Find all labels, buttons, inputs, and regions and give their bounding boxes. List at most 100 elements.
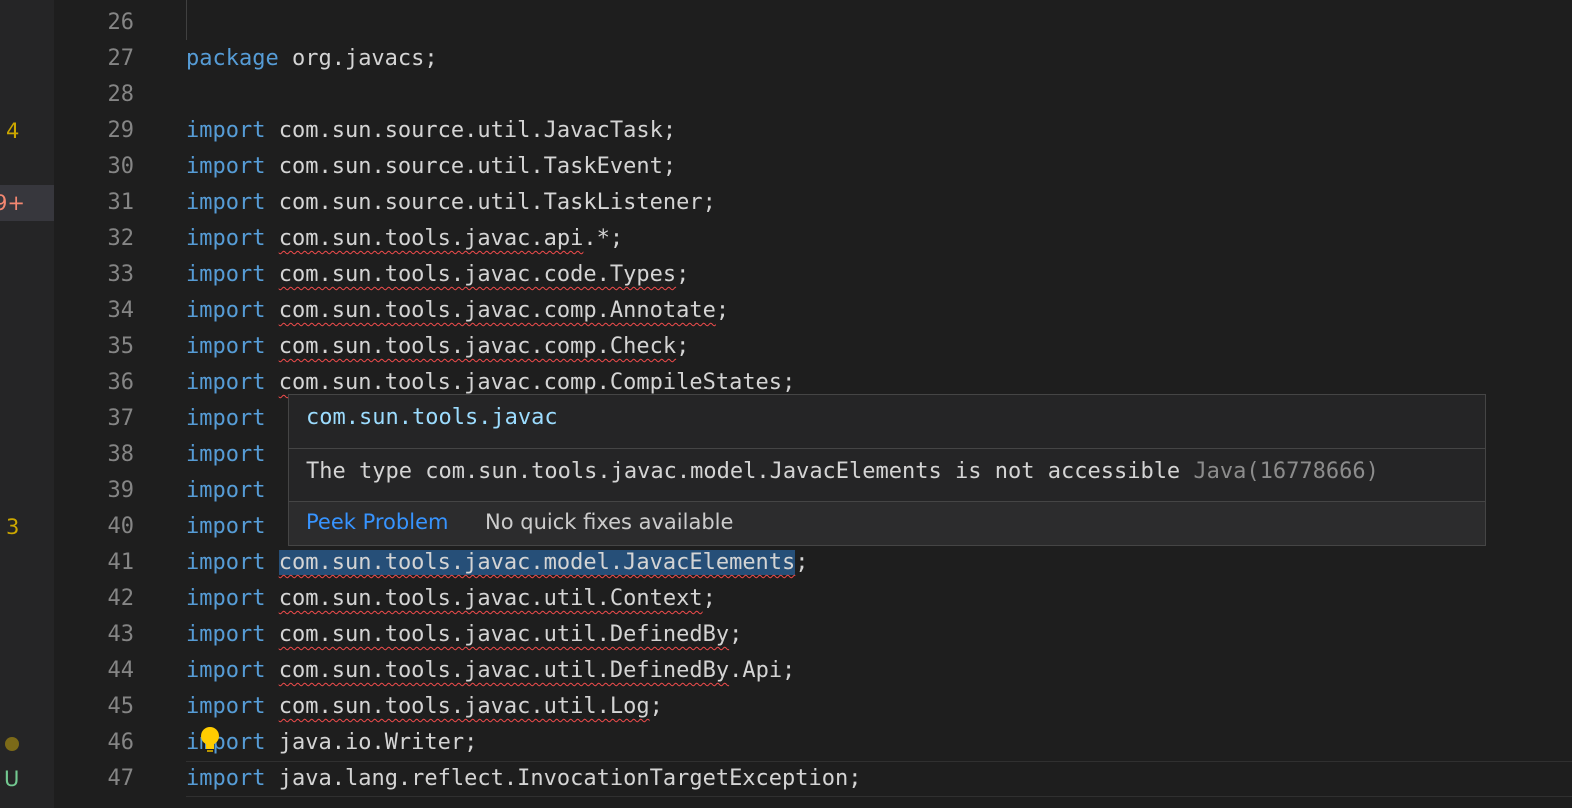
peek-problem-link[interactable]: Peek Problem (306, 510, 448, 534)
code-text: java.io.Writer; (265, 730, 478, 755)
line-number[interactable]: 29 (54, 113, 135, 149)
line-number[interactable]: 33 (54, 257, 135, 293)
line-number[interactable]: 37 (54, 401, 135, 437)
hover-title: com.sun.tools.javac (306, 405, 558, 430)
code-text: com.sun.source.util.TaskEvent; (265, 154, 677, 179)
hover-divider (289, 448, 1485, 449)
keyword: import (186, 262, 266, 287)
error-squiggle[interactable]: com.sun.tools.javac.code.Types (279, 262, 676, 287)
code-line[interactable]: import com.sun.source.util.TaskEvent; (186, 149, 676, 185)
error-squiggle[interactable]: com.sun.tools.javac.util.DefinedBy (279, 658, 729, 683)
code-text: ; (715, 298, 730, 323)
line-number[interactable]: 41 (54, 545, 135, 581)
code-text: ; (676, 262, 690, 287)
line-number[interactable]: 27 (54, 41, 135, 77)
keyword: import (186, 694, 266, 719)
line-number[interactable]: 42 (54, 581, 135, 617)
hover-status-bar: Peek Problem No quick fixes available (289, 502, 1485, 545)
keyword: import (186, 730, 266, 755)
code-line[interactable]: package org.javacs; (186, 41, 438, 77)
line-number[interactable]: 39 (54, 473, 135, 509)
code-text: com.sun.source.util.JavacTask; (265, 118, 677, 143)
code-line[interactable]: import com.sun.tools.javac.util.DefinedB… (186, 617, 742, 653)
line-number[interactable]: 44 (54, 653, 135, 689)
line-number[interactable]: 30 (54, 149, 135, 185)
code-text: .Api; (729, 658, 796, 683)
line-number[interactable]: 36 (54, 365, 135, 401)
line-number[interactable]: 34 (54, 293, 135, 329)
keyword: import (186, 514, 266, 539)
line-number[interactable]: 45 (54, 689, 135, 725)
gutter-badge-strip: 4 9+ 3 U (0, 0, 54, 808)
problem-hover-widget: com.sun.tools.javac The type com.sun.too… (288, 394, 1486, 546)
hover-message: The type com.sun.tools.javac.model.Javac… (306, 459, 1379, 484)
code-line[interactable]: import com.sun.tools.javac.code.Types; (186, 257, 689, 293)
keyword: import (186, 334, 266, 359)
code-line[interactable]: import (186, 473, 265, 509)
keyword: import (186, 406, 266, 431)
line-number[interactable]: 26 (54, 5, 135, 41)
dot-icon[interactable] (0, 725, 54, 761)
no-quick-fixes-label: No quick fixes available (485, 510, 734, 534)
code-line[interactable]: import (186, 437, 265, 473)
keyword: import (186, 622, 266, 647)
badge-u[interactable]: U (0, 761, 54, 797)
code-line[interactable]: import (186, 401, 265, 437)
line-number[interactable]: 40 (54, 509, 135, 545)
code-line[interactable]: import (186, 509, 265, 545)
error-squiggle[interactable]: com.sun.tools.javac.comp.Check (279, 334, 676, 359)
code-text: ; (676, 334, 690, 359)
line-number[interactable]: 38 (54, 437, 135, 473)
code-line[interactable]: import com.sun.tools.javac.model.JavacEl… (186, 545, 809, 581)
error-squiggle[interactable]: com.sun.tools.javac.api (279, 226, 584, 251)
line-number[interactable]: 43 (54, 617, 135, 653)
code-line[interactable]: import com.sun.tools.javac.comp.Check; (186, 329, 689, 365)
badge-9plus[interactable]: 9+ (0, 185, 54, 221)
code-line[interactable]: import java.io.Writer; (186, 725, 477, 761)
code-text: .*; (583, 226, 624, 251)
error-squiggle[interactable]: com.sun.tools.javac.util.DefinedBy (279, 622, 729, 647)
keyword: import (186, 658, 266, 683)
keyword: import (186, 586, 266, 611)
error-squiggle[interactable]: com.sun.tools.javac.util.Context (279, 586, 703, 611)
line-number[interactable]: 35 (54, 329, 135, 365)
keyword: import (186, 154, 266, 179)
error-squiggle[interactable]: com.sun.tools.javac.comp.CompileStates (279, 370, 782, 395)
code-line[interactable]: import com.sun.tools.javac.util.DefinedB… (186, 653, 795, 689)
code-text: ; (729, 622, 743, 647)
badge-4[interactable]: 4 (0, 113, 54, 149)
code-line[interactable]: import com.sun.tools.javac.util.Log; (186, 689, 663, 725)
line-number[interactable]: 46 (54, 725, 135, 761)
error-squiggle[interactable]: com.sun.tools.javac.model.JavacElements (278, 550, 796, 575)
keyword: import (186, 226, 266, 251)
lightbulb-icon[interactable] (199, 726, 221, 756)
keyword: import (186, 478, 266, 503)
code-text: org.javacs; (278, 46, 438, 71)
indent-guide (186, 0, 187, 40)
error-squiggle[interactable]: com.sun.tools.javac.util.Log (279, 694, 650, 719)
keyword: import (186, 442, 266, 467)
badge-3[interactable]: 3 (0, 509, 54, 545)
line-number[interactable]: 31 (54, 185, 135, 221)
code-line[interactable]: import com.sun.tools.javac.util.Context; (186, 581, 716, 617)
code-line[interactable]: import com.sun.source.util.JavacTask; (186, 113, 676, 149)
line-number[interactable]: 32 (54, 221, 135, 257)
code-text: ; (782, 370, 796, 395)
line-number[interactable]: 28 (54, 77, 135, 113)
code-line[interactable]: import com.sun.source.util.TaskListener; (186, 185, 716, 221)
code-text: ; (702, 586, 716, 611)
code-line[interactable]: import com.sun.tools.javac.api.*; (186, 221, 623, 257)
code-line[interactable]: import com.sun.tools.javac.comp.Annotate… (186, 293, 729, 329)
keyword: import (186, 370, 266, 395)
line-number-gutter: 26 27 28 29 30 31 32 33 34 35 36 37 38 39 40 41 42 43 44 45… (54, 0, 184, 808)
line-number[interactable]: 47 (54, 761, 135, 797)
code-line[interactable]: import java.lang.reflect.InvocationTarge… (186, 761, 862, 797)
error-squiggle[interactable]: com.sun.tools.javac.comp.Annotate (279, 298, 716, 323)
